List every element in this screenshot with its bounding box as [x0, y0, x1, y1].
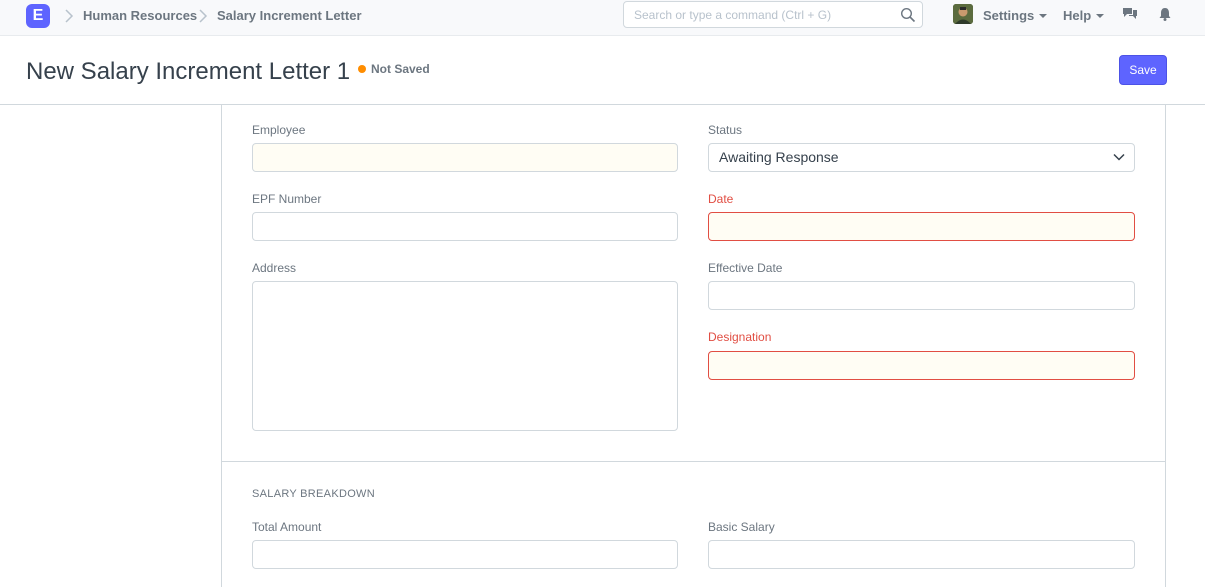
- search-box: [623, 1, 923, 28]
- save-button[interactable]: Save: [1119, 55, 1167, 85]
- help-dropdown[interactable]: Help: [1063, 8, 1105, 23]
- settings-dropdown[interactable]: Settings: [983, 8, 1048, 23]
- date-label: Date: [708, 192, 734, 206]
- help-label: Help: [1063, 8, 1092, 23]
- breadcrumb-human-resources[interactable]: Human Resources: [83, 8, 197, 23]
- not-saved-indicator: Not Saved: [358, 62, 430, 76]
- chevron-right-icon: [199, 9, 208, 23]
- form-layout: Employee EPF Number Address Status Await…: [221, 105, 1166, 587]
- breadcrumb-salary-increment-letter[interactable]: Salary Increment Letter: [217, 8, 362, 23]
- chat-icon[interactable]: [1122, 6, 1138, 22]
- address-field[interactable]: [252, 281, 678, 431]
- address-label: Address: [252, 261, 297, 275]
- date-field[interactable]: [708, 212, 1135, 241]
- salary-breakdown-heading: SALARY BREAKDOWN: [252, 488, 375, 500]
- status-selected-value: Awaiting Response: [708, 143, 1135, 172]
- employee-label: Employee: [252, 123, 306, 137]
- status-label: Status: [708, 123, 743, 137]
- total-amount-field[interactable]: [252, 540, 678, 569]
- search-input[interactable]: [624, 2, 894, 27]
- app-logo[interactable]: E: [26, 4, 50, 28]
- basic-salary-field[interactable]: [708, 540, 1135, 569]
- user-avatar[interactable]: [953, 4, 973, 24]
- effective-date-label: Effective Date: [708, 261, 783, 275]
- search-icon: [900, 7, 916, 23]
- avatar-image-icon: [953, 4, 973, 24]
- notification-bell-icon[interactable]: [1157, 6, 1173, 22]
- chevron-right-icon: [65, 9, 74, 23]
- navbar: E Human Resources Salary Increment Lette…: [0, 0, 1205, 36]
- epf-number-label: EPF Number: [252, 192, 322, 206]
- employee-field[interactable]: [252, 143, 678, 172]
- designation-label: Designation: [708, 330, 772, 344]
- caret-down-icon: [1039, 13, 1048, 18]
- settings-label: Settings: [983, 8, 1035, 23]
- chevron-down-icon: [1113, 153, 1125, 161]
- caret-down-icon: [1096, 13, 1105, 18]
- status-select[interactable]: Awaiting Response: [708, 143, 1135, 172]
- total-amount-label: Total Amount: [252, 520, 322, 534]
- section-divider: [222, 461, 1165, 462]
- indicator-label: Not Saved: [371, 62, 430, 76]
- page-head: New Salary Increment Letter 1 Not Saved …: [0, 36, 1205, 105]
- status-dot-icon: [358, 64, 366, 73]
- designation-field[interactable]: [708, 351, 1135, 380]
- effective-date-field[interactable]: [708, 281, 1135, 310]
- page-title: New Salary Increment Letter 1: [26, 58, 351, 85]
- epf-number-field[interactable]: [252, 212, 678, 241]
- basic-salary-label: Basic Salary: [708, 520, 775, 534]
